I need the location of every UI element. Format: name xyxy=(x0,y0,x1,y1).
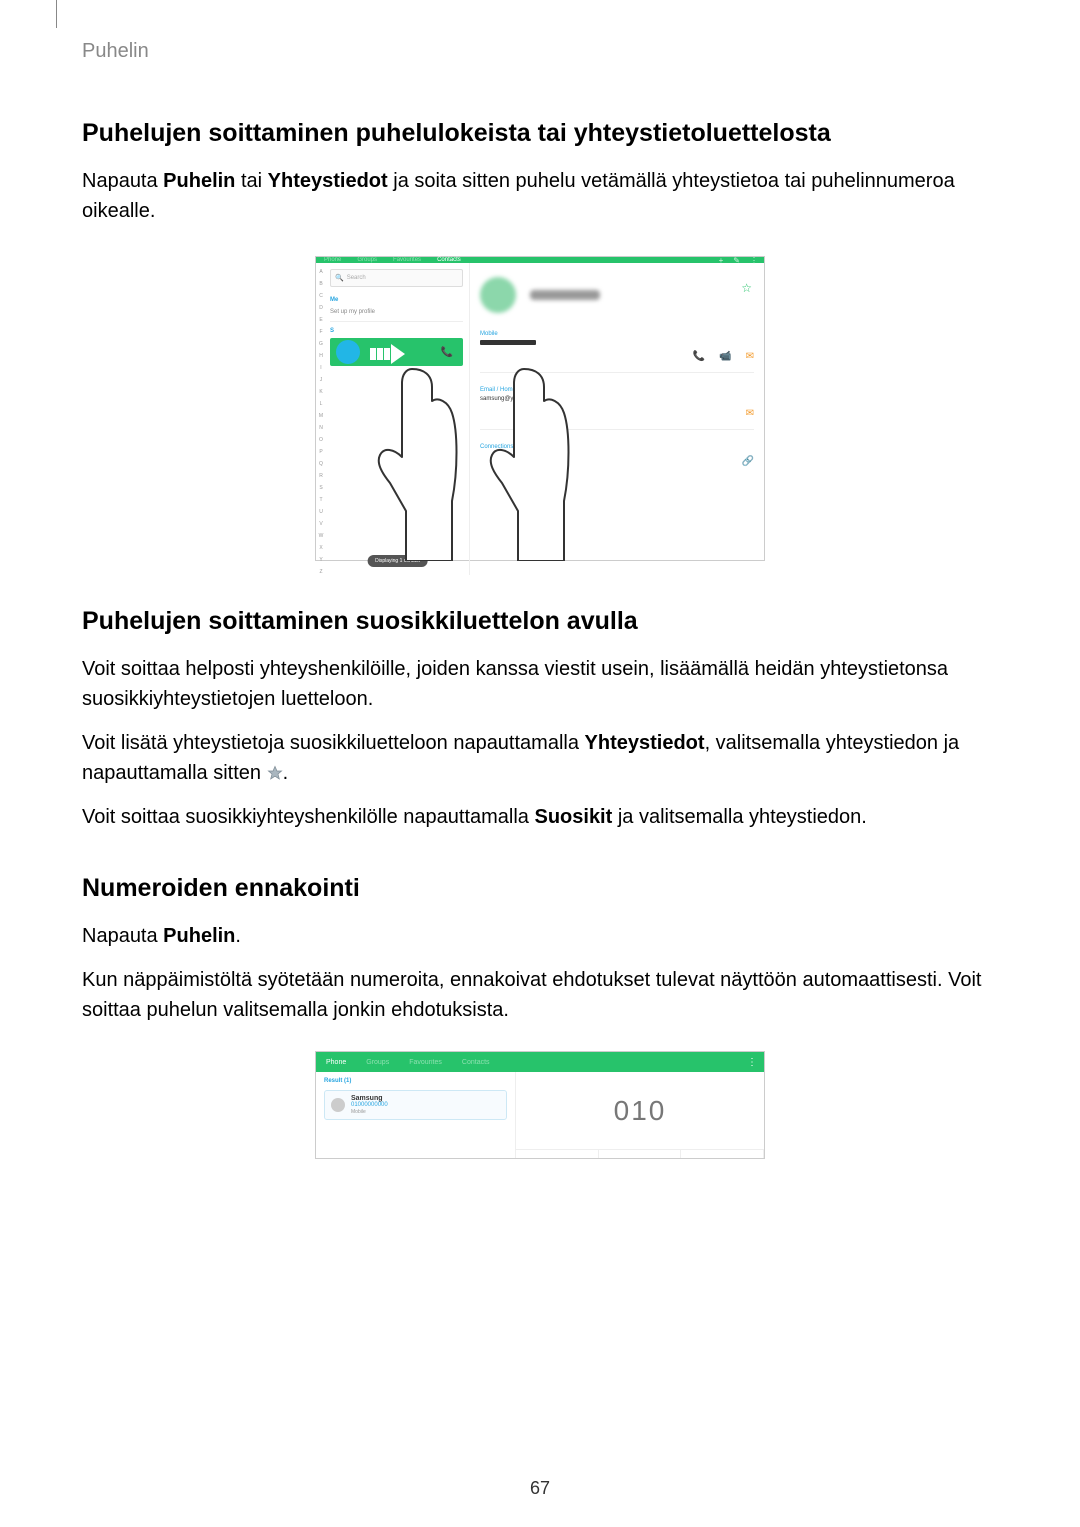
search-placeholder: Search xyxy=(347,275,366,281)
alpha-letter[interactable]: D xyxy=(319,305,323,311)
app-topbar: Phone Groups Favourites Contacts ⋮ xyxy=(316,1052,764,1072)
star-icon xyxy=(267,765,283,781)
alpha-letter[interactable]: K xyxy=(319,389,322,395)
alpha-letter[interactable]: E xyxy=(319,317,322,323)
email-icon[interactable]: ✉ xyxy=(746,408,754,419)
paragraph: Napauta Puhelin tai Yhteystiedot ja soit… xyxy=(82,166,998,226)
section-heading-2: Puhelujen soittaminen suosikkiluettelon … xyxy=(82,607,998,636)
link-icon[interactable]: 🔗 xyxy=(742,456,754,467)
alpha-letter[interactable]: L xyxy=(320,401,323,407)
text: Voit lisätä yhteystietoja suosikkiluette… xyxy=(82,732,585,754)
phone-icon: 📞 xyxy=(441,347,453,358)
text: . xyxy=(283,762,289,784)
page-number: 67 xyxy=(0,1478,1080,1499)
tab-phone[interactable]: Phone xyxy=(326,1059,346,1066)
alpha-letter[interactable]: M xyxy=(319,413,323,419)
breadcrumb: Puhelin xyxy=(82,40,998,63)
alpha-letter[interactable]: C xyxy=(319,293,323,299)
paragraph: Voit soittaa suosikkiyhteyshenkilölle na… xyxy=(82,802,998,832)
avatar xyxy=(331,1098,345,1112)
star-outline-icon[interactable]: ☆ xyxy=(741,281,752,295)
bold-text: Puhelin xyxy=(163,925,235,947)
alpha-letter[interactable]: G xyxy=(319,341,323,347)
swipe-arrow-icon xyxy=(370,344,405,364)
section-letter: S xyxy=(330,328,463,334)
alpha-letter[interactable]: N xyxy=(319,425,323,431)
alpha-letter[interactable]: I xyxy=(320,365,321,371)
text: tai xyxy=(235,170,267,192)
contact-avatar xyxy=(336,340,360,364)
figure-number-prediction: Phone Groups Favourites Contacts ⋮ Resul… xyxy=(315,1051,765,1159)
bold-text: Yhteystiedot xyxy=(268,170,388,192)
detail-avatar xyxy=(480,277,516,313)
alpha-letter[interactable]: P xyxy=(319,449,322,455)
text: Napauta xyxy=(82,925,163,947)
alpha-letter[interactable]: T xyxy=(319,497,322,503)
call-icon[interactable]: 📞 xyxy=(693,351,705,362)
more-icon[interactable]: ⋮ xyxy=(747,1057,756,1068)
result-count-label: Result (1) xyxy=(324,1078,507,1084)
me-label: Me xyxy=(330,297,463,303)
bold-text: Suosikit xyxy=(534,806,612,828)
text: . xyxy=(235,925,241,947)
tab-contacts[interactable]: Contacts xyxy=(462,1059,490,1066)
text: Voit soittaa suosikkiyhteyshenkilölle na… xyxy=(82,806,534,828)
field-label-email: Email / Home xyxy=(480,387,754,393)
displaying-toast: Displaying 1 contact xyxy=(367,555,428,567)
divider xyxy=(480,372,754,373)
alpha-letter[interactable]: X xyxy=(319,545,322,551)
contact-row-swiping[interactable]: 📞 xyxy=(330,338,463,366)
phone-number-redacted xyxy=(480,340,536,345)
alpha-letter[interactable]: H xyxy=(319,353,323,359)
alpha-letter[interactable]: V xyxy=(319,521,322,527)
alpha-letter[interactable]: A xyxy=(319,269,322,275)
alpha-letter[interactable]: R xyxy=(319,473,323,479)
section-heading-1: Puhelujen soittaminen puhelulokeista tai… xyxy=(82,119,998,148)
alphabet-scrollbar[interactable]: A B C D E F G H I J K L M N O xyxy=(316,263,326,575)
bold-text: Puhelin xyxy=(163,170,235,192)
alpha-letter[interactable]: J xyxy=(320,377,323,383)
card-number: 01000000000 xyxy=(351,1102,388,1109)
alpha-letter[interactable]: W xyxy=(319,533,324,539)
paragraph: Napauta Puhelin. xyxy=(82,921,998,951)
paragraph: Voit soittaa helposti yhteyshenkilöille,… xyxy=(82,654,998,714)
alpha-letter[interactable]: O xyxy=(319,437,323,443)
tab-favourites[interactable]: Favourites xyxy=(409,1059,442,1066)
alpha-letter[interactable]: U xyxy=(319,509,323,515)
divider xyxy=(480,429,754,430)
figure-contacts-swipe: Phone Groups Favourites Contacts + ✎ ⋮ A… xyxy=(315,256,765,561)
detail-name-blurred xyxy=(530,290,600,300)
message-icon[interactable]: ✉ xyxy=(746,351,754,362)
text: Napauta xyxy=(82,170,163,192)
alpha-letter[interactable]: S xyxy=(319,485,322,491)
search-input[interactable]: 🔍 Search xyxy=(330,269,463,287)
paragraph: Voit lisätä yhteystietoja suosikkiluette… xyxy=(82,728,998,788)
bold-text: Yhteystiedot xyxy=(585,732,705,754)
prediction-card[interactable]: Samsung 01000000000 Mobile xyxy=(324,1090,507,1120)
keypad-row[interactable] xyxy=(516,1150,764,1158)
text: ja valitsemalla yhteystiedon. xyxy=(612,806,867,828)
paragraph: Kun näppäimistöltä syötetään numeroita, … xyxy=(82,965,998,1025)
alpha-letter[interactable]: F xyxy=(319,329,322,335)
alpha-letter[interactable]: Q xyxy=(319,461,323,467)
email-value: samsung@yahoo.com xyxy=(480,396,754,402)
typed-number: 010 xyxy=(516,1072,764,1149)
page-margin-rule xyxy=(56,0,57,28)
section-heading-3: Numeroiden ennakointi xyxy=(82,874,998,903)
tab-groups[interactable]: Groups xyxy=(366,1059,389,1066)
alpha-letter[interactable]: Y xyxy=(319,557,322,563)
card-name: Samsung xyxy=(351,1095,388,1102)
search-icon: 🔍 xyxy=(335,274,344,282)
alpha-letter[interactable]: B xyxy=(319,281,322,287)
field-label-mobile: Mobile xyxy=(480,331,754,337)
field-label-connections: Connections xyxy=(480,444,754,450)
setup-profile[interactable]: Set up my profile xyxy=(330,309,463,315)
video-call-icon[interactable]: 📹 xyxy=(719,351,731,362)
divider xyxy=(330,321,463,322)
card-type: Mobile xyxy=(351,1109,388,1115)
alpha-letter[interactable]: Z xyxy=(319,569,322,575)
